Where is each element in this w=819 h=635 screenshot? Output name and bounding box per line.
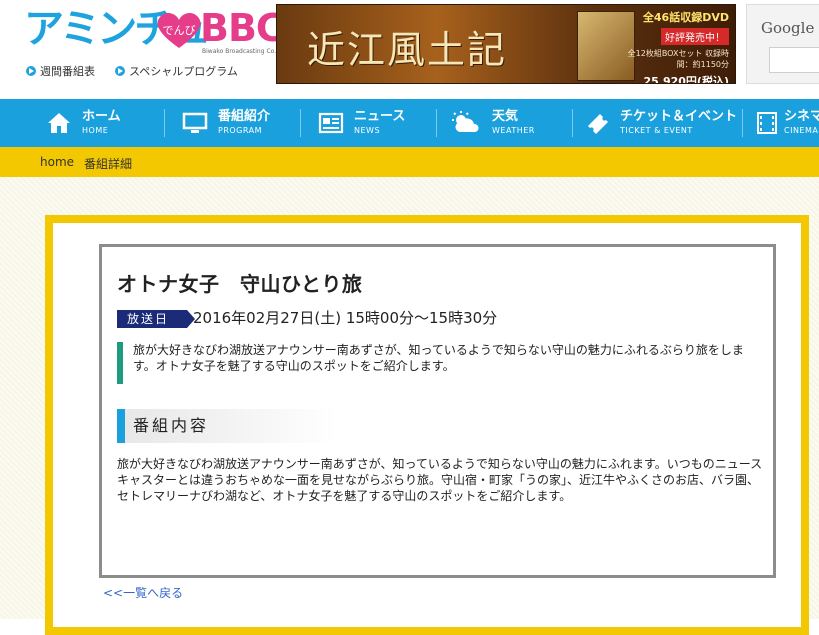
logo-brand-sub: Biwako Broadcasting Co.,Ltd <box>202 48 288 55</box>
air-date-value: 2016年02月27日(土) 15時00分～15時30分 <box>193 309 498 327</box>
breadcrumb: home 番組詳細 <box>0 147 819 177</box>
banner-info: 全46話収録DVD 好評発売中！ 全12枚組BOXセット 収録時間：約1150分… <box>619 9 729 84</box>
google-label: Google <box>761 19 815 37</box>
monitor-icon <box>182 112 208 133</box>
nav-label: ニュース <box>354 109 406 124</box>
banner-dvd-text: 全46話収録DVD <box>642 11 729 24</box>
nav-item-news[interactable]: ニュース NEWS <box>318 99 405 147</box>
site-logo[interactable]: アミンチュ でんび BBC Biwako Broadcasting Co.,Lt… <box>24 4 288 56</box>
arrow-circle-icon <box>26 66 36 76</box>
header-sublinks: 週間番組表 スペシャルプログラム <box>26 63 238 79</box>
google-search-box: Google <box>746 4 819 84</box>
nav-divider <box>742 109 743 137</box>
banner-price: 25,920円(税込) <box>643 75 729 84</box>
weather-icon <box>452 111 479 132</box>
nav-divider <box>436 109 437 137</box>
program-lead: 旅が大好きなびわ湖放送アナウンサー南あずさが、知っているようで知らない守山の魅力… <box>117 342 757 384</box>
film-icon <box>757 112 777 134</box>
banner-title: 近江風土記 <box>307 28 508 72</box>
nav-label: チケット＆イベント <box>620 109 738 124</box>
nav-item-home[interactable]: ホーム HOME <box>46 99 121 147</box>
nav-label: 番組紹介 <box>218 109 271 124</box>
main-nav: ホーム HOME 番組紹介 PROGRAM ニュース NEWS 天気 WEATH… <box>0 99 819 147</box>
nav-sublabel: PROGRAM <box>218 126 262 135</box>
home-icon <box>48 113 70 133</box>
nav-divider <box>572 109 573 137</box>
nav-sublabel: NEWS <box>354 126 381 135</box>
nav-divider <box>164 109 165 137</box>
search-input[interactable] <box>769 47 819 73</box>
nav-sublabel: HOME <box>82 126 109 135</box>
nav-item-ticket[interactable]: チケット＆イベント TICKET & EVENT <box>584 99 737 147</box>
logo-heart-text: でんび <box>163 24 196 37</box>
heart-logo-icon: でんび <box>157 13 201 48</box>
breadcrumb-current: 番組詳細 <box>84 157 133 171</box>
breadcrumb-home-link[interactable]: home <box>40 155 74 169</box>
program-description: 旅が大好きなびわ湖放送アナウンサー南あずさが、知っているようで知らない守山の魅力… <box>117 457 763 503</box>
back-to-list-link[interactable]: <<一覧へ戻る <box>103 584 183 601</box>
logo-brand: BBC <box>200 6 284 50</box>
weekly-schedule-link[interactable]: 週間番組表 <box>26 63 95 79</box>
site-header: アミンチュ でんび BBC Biwako Broadcasting Co.,Lt… <box>0 0 819 99</box>
weekly-schedule-label: 週間番組表 <box>40 65 95 78</box>
newspaper-icon <box>318 112 344 134</box>
nav-sublabel: TICKET & EVENT <box>620 126 693 135</box>
special-program-link[interactable]: スペシャルプログラム <box>115 63 238 79</box>
section-heading: 番組内容 <box>117 409 337 443</box>
nav-item-weather[interactable]: 天気 WEATHER <box>450 99 535 147</box>
nav-item-cinema[interactable]: シネマ CINEMA <box>756 99 819 147</box>
nav-sublabel: CINEMA <box>784 126 819 135</box>
page-title: オトナ女子 守山ひとり旅 <box>117 272 363 296</box>
dvd-banner[interactable]: 近江風土記 全46話収録DVD 好評発売中！ 全12枚組BOXセット 収録時間：… <box>276 4 736 84</box>
nav-sublabel: WEATHER <box>492 126 535 135</box>
nav-label: 天気 <box>492 109 519 124</box>
nav-item-program[interactable]: 番組紹介 PROGRAM <box>182 99 270 147</box>
banner-now-badge: 好評発売中！ <box>661 28 729 45</box>
special-program-label: スペシャルプログラム <box>129 65 238 78</box>
arrow-circle-icon <box>115 66 125 76</box>
nav-label: ホーム <box>82 109 121 124</box>
nav-divider <box>300 109 301 137</box>
nav-label: シネマ <box>784 109 819 124</box>
air-date-label: 放送日 <box>117 310 195 328</box>
banner-set-text: 全12枚組BOXセット 収録時間：約1150分 <box>627 49 729 69</box>
ticket-icon <box>588 114 608 134</box>
